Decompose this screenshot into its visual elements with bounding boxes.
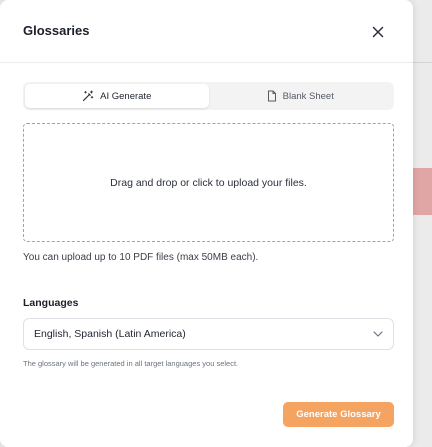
languages-label: Languages: [23, 297, 79, 309]
magic-wand-icon: [83, 90, 94, 102]
modal-title: Glossaries: [23, 23, 90, 38]
mode-tabs: AI Generate Blank Sheet: [23, 82, 394, 110]
close-button[interactable]: [366, 20, 390, 44]
tab-ai-generate-label: AI Generate: [100, 90, 152, 102]
tab-blank-sheet-label: Blank Sheet: [282, 90, 334, 102]
languages-helper-text: The glossary will be generated in all ta…: [23, 359, 239, 368]
upload-hint: You can upload up to 10 PDF files (max 5…: [23, 252, 259, 263]
generate-glossary-button[interactable]: Generate Glossary: [283, 402, 394, 427]
close-icon: [372, 26, 384, 38]
backdrop-divider: [413, 62, 432, 63]
tab-blank-sheet[interactable]: Blank Sheet: [209, 84, 393, 108]
glossaries-modal: Glossaries AI Generate Blank Sheet Drag …: [0, 0, 413, 447]
backdrop-highlight: [413, 168, 432, 215]
file-dropzone[interactable]: Drag and drop or click to upload your fi…: [23, 123, 394, 242]
dropzone-text: Drag and drop or click to upload your fi…: [110, 176, 307, 189]
tab-ai-generate[interactable]: AI Generate: [25, 84, 209, 108]
modal-header: Glossaries: [0, 0, 413, 63]
languages-select[interactable]: English, Spanish (Latin America): [23, 318, 394, 350]
file-icon: [267, 90, 276, 102]
chevron-down-icon: [373, 331, 383, 337]
languages-select-value: English, Spanish (Latin America): [34, 328, 186, 340]
